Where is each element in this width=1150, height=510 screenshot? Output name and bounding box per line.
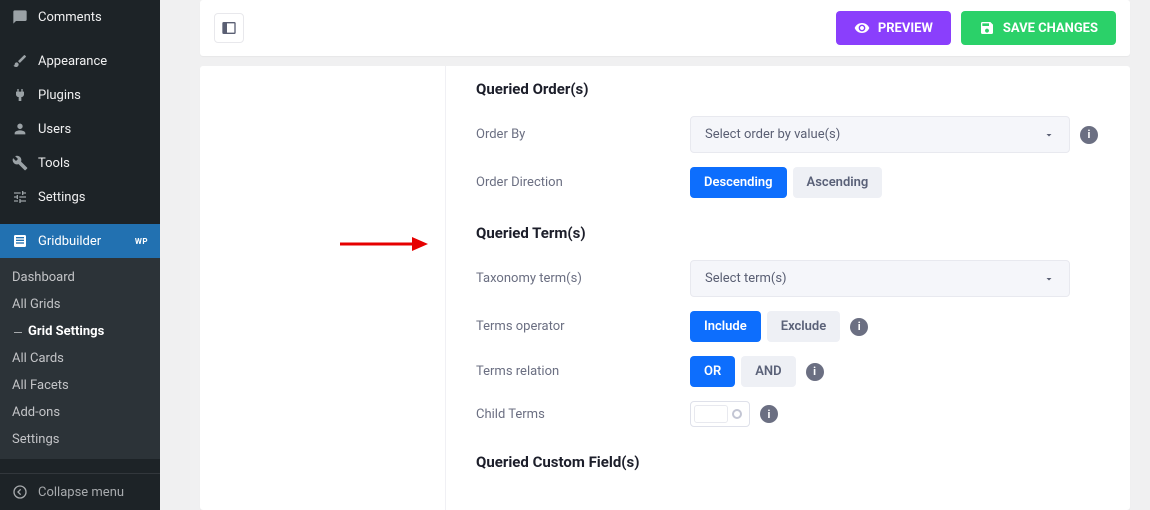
info-icon[interactable]: i	[806, 363, 824, 381]
panel-icon	[221, 20, 237, 36]
content-body: Queried Order(s) Order By Select order b…	[446, 66, 1130, 510]
sidebar-item-comments[interactable]: Comments	[0, 0, 160, 34]
content-left-rail	[200, 66, 446, 510]
sidebar-item-label: Settings	[38, 190, 148, 205]
user-icon	[12, 121, 28, 137]
panel-toggle-button[interactable]	[214, 13, 244, 43]
section-queried-custom-title: Queried Custom Field(s)	[476, 453, 1100, 471]
submenu-grid-settings[interactable]: Grid Settings	[0, 318, 160, 345]
sidebar-item-gridbuilder[interactable]: Gridbuilder WP	[0, 224, 160, 258]
sidebar-item-label: Appearance	[38, 54, 148, 69]
taxonomy-terms-label: Taxonomy term(s)	[476, 271, 690, 286]
brush-icon	[12, 53, 28, 69]
submenu-all-grids[interactable]: All Grids	[0, 291, 160, 318]
comment-icon	[12, 9, 28, 25]
main-area: PREVIEW SAVE CHANGES Queried Order(s) Or…	[160, 0, 1150, 510]
terms-relation-label: Terms relation	[476, 364, 690, 379]
sidebar-item-badge: WP	[135, 237, 148, 246]
eye-icon	[854, 20, 870, 36]
section-queried-terms-title: Queried Term(s)	[476, 224, 1100, 242]
child-terms-toggle[interactable]	[690, 401, 750, 427]
direction-ascending[interactable]: Ascending	[793, 167, 883, 198]
chevron-down-icon	[1043, 129, 1055, 141]
sidebar-submenu: Dashboard All Grids Grid Settings All Ca…	[0, 258, 160, 459]
sidebar-item-label: Users	[38, 122, 148, 137]
info-icon[interactable]: i	[760, 405, 778, 423]
order-by-placeholder: Select order by value(s)	[705, 127, 840, 142]
save-label: SAVE CHANGES	[1003, 21, 1098, 36]
operator-include[interactable]: Include	[690, 311, 761, 342]
submenu-dashboard[interactable]: Dashboard	[0, 264, 160, 291]
submenu-all-facets[interactable]: All Facets	[0, 372, 160, 399]
sidebar-item-label: Tools	[38, 156, 148, 171]
sidebar-item-tools[interactable]: Tools	[0, 146, 160, 180]
order-by-label: Order By	[476, 127, 690, 142]
grid-icon	[12, 233, 28, 249]
taxonomy-terms-placeholder: Select term(s)	[705, 271, 787, 286]
info-icon[interactable]: i	[1080, 126, 1098, 144]
section-queried-orders-title: Queried Order(s)	[476, 80, 1100, 98]
collapse-icon	[12, 484, 28, 500]
sidebar-item-label: Gridbuilder	[38, 234, 125, 249]
save-button[interactable]: SAVE CHANGES	[961, 11, 1116, 45]
arrow-annotation	[340, 234, 430, 254]
info-icon[interactable]: i	[850, 318, 868, 336]
submenu-settings[interactable]: Settings	[0, 426, 160, 453]
child-terms-label: Child Terms	[476, 407, 690, 422]
sidebar-item-appearance[interactable]: Appearance	[0, 44, 160, 78]
order-direction-label: Order Direction	[476, 175, 690, 190]
toggle-dot	[732, 409, 742, 419]
taxonomy-terms-select[interactable]: Select term(s)	[690, 260, 1070, 297]
order-by-select[interactable]: Select order by value(s)	[690, 116, 1070, 153]
preview-button[interactable]: PREVIEW	[836, 11, 951, 45]
chevron-down-icon	[1043, 273, 1055, 285]
admin-sidebar: Comments Appearance Plugins Users Tools …	[0, 0, 160, 510]
operator-exclude[interactable]: Exclude	[767, 311, 841, 342]
sidebar-item-users[interactable]: Users	[0, 112, 160, 146]
sidebar-item-plugins[interactable]: Plugins	[0, 78, 160, 112]
submenu-addons[interactable]: Add-ons	[0, 399, 160, 426]
topbar: PREVIEW SAVE CHANGES	[200, 0, 1130, 56]
save-icon	[979, 20, 995, 36]
sidebar-item-label: Plugins	[38, 88, 148, 103]
collapse-label: Collapse menu	[38, 485, 124, 500]
toggle-knob	[694, 405, 728, 423]
sidebar-item-settings[interactable]: Settings	[0, 180, 160, 214]
content-panel: Queried Order(s) Order By Select order b…	[200, 66, 1130, 510]
sidebar-item-label: Comments	[38, 10, 148, 25]
plug-icon	[12, 87, 28, 103]
preview-label: PREVIEW	[878, 21, 933, 36]
terms-operator-label: Terms operator	[476, 319, 690, 334]
relation-and[interactable]: AND	[741, 356, 795, 387]
submenu-all-cards[interactable]: All Cards	[0, 345, 160, 372]
wrench-icon	[12, 155, 28, 171]
sliders-icon	[12, 189, 28, 205]
collapse-menu[interactable]: Collapse menu	[0, 474, 160, 510]
relation-or[interactable]: OR	[690, 356, 735, 387]
direction-descending[interactable]: Descending	[690, 167, 787, 198]
